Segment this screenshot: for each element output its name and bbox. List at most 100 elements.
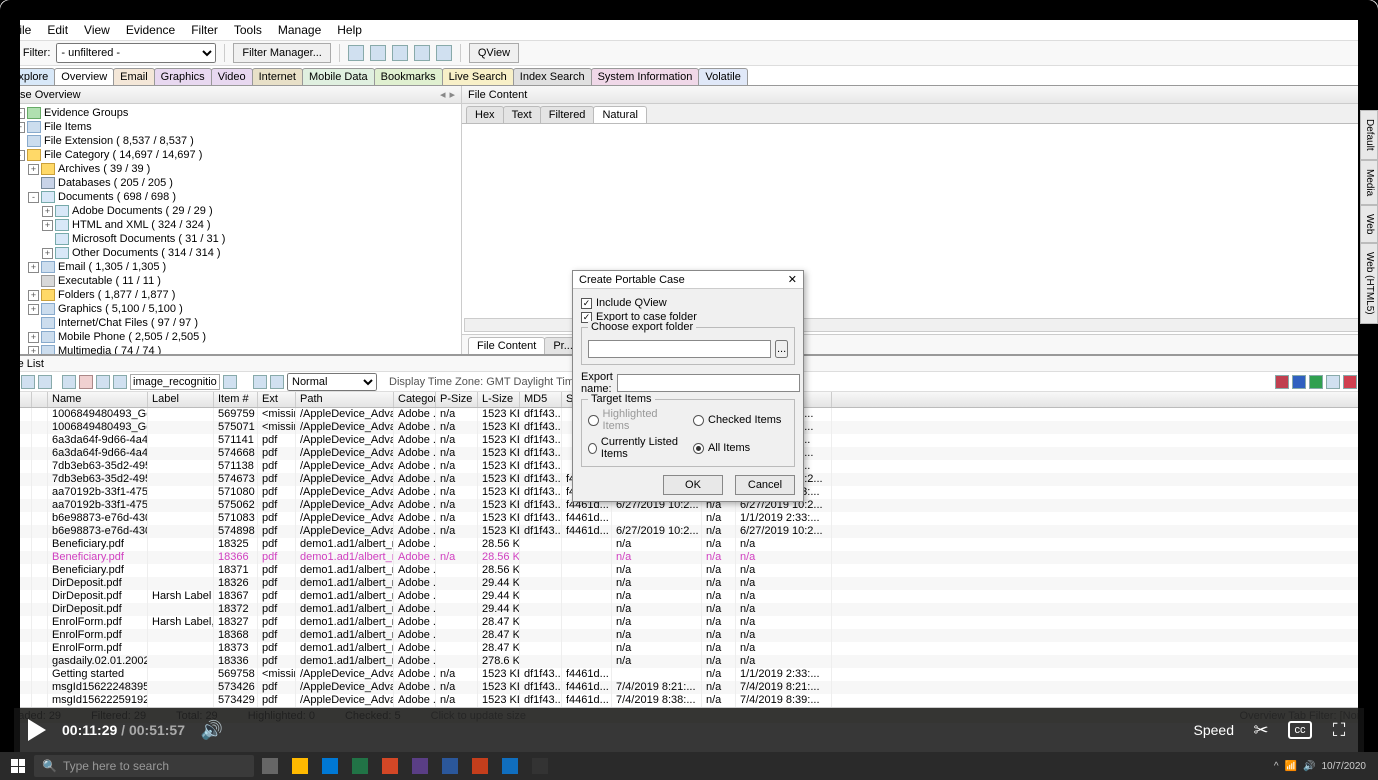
subtab-natural[interactable]: Natural [593,106,646,123]
tree-node[interactable]: +Archives ( 39 / 39 ) [2,162,459,176]
minimize-button[interactable]: — [1282,1,1312,19]
row-checkbox[interactable] [4,448,15,459]
row-checkbox[interactable] [4,695,15,706]
captions-icon[interactable]: cc [1288,721,1312,739]
tree-node[interactable]: Databases ( 205 / 205 ) [2,176,459,190]
tab-live-search[interactable]: Live Search [442,68,514,85]
row-checkbox[interactable] [4,461,15,472]
tree-node[interactable]: -Documents ( 698 / 698 ) [2,190,459,204]
table-row[interactable]: b6e98873-e76d-430d-8...574898pdf/AppleDe… [0,525,1378,538]
tab-internet[interactable]: Internet [252,68,303,85]
bottom-tab-0[interactable]: File Content [468,337,545,354]
fl-tool-r5[interactable] [1343,375,1357,389]
subtab-hex[interactable]: Hex [466,106,504,123]
row-checkbox[interactable] [4,578,15,589]
tray-up-icon[interactable]: ^ [1274,761,1279,772]
fullscreen-icon[interactable]: ⛶ [1328,719,1350,741]
tree-toggle-icon[interactable]: + [28,164,39,175]
taskbar-app-9[interactable] [526,754,554,778]
speed-button[interactable]: Speed [1194,722,1234,738]
table-row[interactable]: EnrolForm.pdf18373pdfdemo1.ad1/albert_me… [0,642,1378,655]
fl-icon-1[interactable] [4,375,18,389]
tree-node[interactable]: +File Items [2,120,459,134]
row-checkbox[interactable] [4,552,15,563]
fl-icon-10[interactable] [270,375,284,389]
fl-icon-9[interactable] [253,375,267,389]
toolbar-icon-1[interactable] [348,45,364,61]
dialog-ok-button[interactable]: OK [663,475,723,495]
menu-view[interactable]: View [76,21,118,39]
row-checkbox[interactable] [4,500,15,511]
fl-icon-3[interactable] [38,375,52,389]
row-checkbox[interactable] [4,409,15,420]
tree-toggle-icon[interactable]: - [28,192,39,203]
row-checkbox[interactable] [4,643,15,654]
tab-mobile-data[interactable]: Mobile Data [302,68,375,85]
col-md5[interactable]: MD5 [520,392,562,407]
filter-select[interactable]: - unfiltered - [56,43,216,63]
side-tab-web[interactable]: Web [1360,205,1378,243]
row-checkbox[interactable] [4,487,15,498]
radio-checked[interactable] [693,415,704,426]
taskbar-app-3[interactable] [346,754,374,778]
tree-toggle-icon[interactable]: + [28,332,39,343]
row-checkbox[interactable] [4,630,15,641]
tab-system-information[interactable]: System Information [591,68,700,85]
col-c0[interactable] [0,392,16,407]
row-checkbox[interactable] [4,604,15,615]
table-row[interactable]: Beneficiary.pdf18325pdfdemo1.ad1/albert_… [0,538,1378,551]
col-item-[interactable]: Item # [214,392,258,407]
tree-node[interactable]: +Email ( 1,305 / 1,305 ) [2,260,459,274]
col-l-size[interactable]: L-Size [478,392,520,407]
scissors-icon[interactable]: ✂ [1250,719,1272,741]
row-checkbox[interactable]: ✓ [4,565,15,576]
tree-toggle-icon[interactable]: + [42,206,53,217]
start-button[interactable] [4,754,32,778]
toolbar-icon-2[interactable] [370,45,386,61]
tree-toggle-icon[interactable]: - [14,150,25,161]
tab-video[interactable]: Video [211,68,253,85]
col-path[interactable]: Path [296,392,394,407]
row-checkbox[interactable] [4,591,15,602]
tree-toggle-icon[interactable]: + [42,220,53,231]
tree-node[interactable]: Internet/Chat Files ( 97 / 97 ) [2,316,459,330]
tree-toggle-icon[interactable]: + [28,346,39,355]
menu-filter[interactable]: Filter [183,21,226,39]
taskbar-app-7[interactable] [466,754,494,778]
pane-nav-left-icon[interactable]: ◂ [440,88,446,101]
col-p-size[interactable]: P-Size [436,392,478,407]
tree-toggle-icon[interactable]: + [28,304,39,315]
tray-network-icon[interactable]: 📶 [1285,761,1297,772]
tab-index-search[interactable]: Index Search [513,68,592,85]
filter-manager-button[interactable]: Filter Manager... [233,43,330,63]
row-checkbox[interactable] [4,669,15,680]
tree-toggle-icon[interactable]: + [28,290,39,301]
toolbar-icon-4[interactable] [414,45,430,61]
fl-icon-8[interactable] [223,375,237,389]
table-row[interactable]: gasdaily.02.01.2002.pdf18336pdfdemo1.ad1… [0,655,1378,668]
tree-node[interactable]: +HTML and XML ( 324 / 324 ) [2,218,459,232]
table-row[interactable]: msgId1562225919298.pdf573429pdf/AppleDev… [0,694,1378,707]
radio-all[interactable] [693,443,704,454]
fl-icon-2[interactable] [21,375,35,389]
tree-node[interactable]: +Other Documents ( 314 / 314 ) [2,246,459,260]
table-row[interactable]: DirDeposit.pdf18326pdfdemo1.ad1/albert_m… [0,577,1378,590]
fl-tool-r4[interactable] [1326,375,1340,389]
tab-graphics[interactable]: Graphics [154,68,212,85]
menu-evidence[interactable]: Evidence [118,21,183,39]
close-button[interactable]: ✕ [1342,1,1372,19]
fl-tool-r1[interactable] [1275,375,1289,389]
menu-tools[interactable]: Tools [226,21,270,39]
menu-edit[interactable]: Edit [39,21,76,39]
menu-manage[interactable]: Manage [270,21,329,39]
tree-toggle-icon[interactable]: + [14,122,25,133]
volume-icon[interactable]: 🔊 [201,719,223,741]
toolbar-icon-5[interactable] [436,45,452,61]
tree-node[interactable]: +Multimedia ( 74 / 74 ) [2,344,459,354]
taskbar-app-5[interactable] [406,754,434,778]
toolbar-icon-3[interactable] [392,45,408,61]
tree-toggle-icon[interactable]: + [42,248,53,259]
row-checkbox[interactable] [4,474,15,485]
tab-bookmarks[interactable]: Bookmarks [374,68,443,85]
table-row[interactable]: DirDeposit.pdfHarsh Label18367pdfdemo1.a… [0,590,1378,603]
